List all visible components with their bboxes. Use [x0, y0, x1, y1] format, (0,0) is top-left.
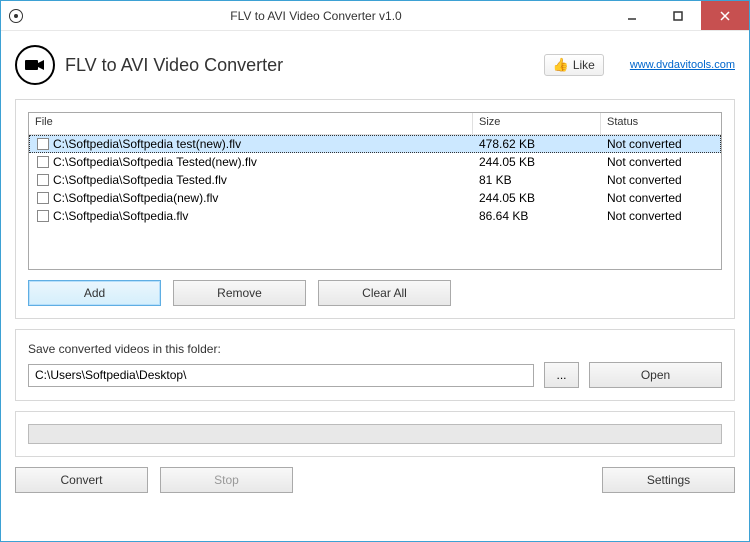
add-button[interactable]: Add: [28, 280, 161, 306]
save-label: Save converted videos in this folder:: [28, 342, 722, 356]
row-checkbox[interactable]: [37, 174, 49, 186]
file-cell: C:\Softpedia\Softpedia(new).flv: [53, 191, 218, 205]
maximize-button[interactable]: [655, 1, 701, 30]
table-row[interactable]: C:\Softpedia\Softpedia Tested(new).flv 24…: [29, 153, 721, 171]
minimize-button[interactable]: [609, 1, 655, 30]
thumbs-up-icon: 👍: [553, 57, 569, 73]
status-cell: Not converted: [601, 190, 721, 206]
settings-button[interactable]: Settings: [602, 467, 735, 493]
table-row[interactable]: C:\Softpedia\Softpedia.flv 86.64 KBNot co…: [29, 207, 721, 225]
progress-panel: [15, 411, 735, 457]
col-header-status[interactable]: Status: [601, 113, 721, 134]
progress-bar: [28, 424, 722, 444]
clear-all-button[interactable]: Clear All: [318, 280, 451, 306]
titlebar: FLV to AVI Video Converter v1.0: [1, 1, 749, 31]
header: FLV to AVI Video Converter 👍 Like www.dv…: [15, 45, 735, 85]
col-header-file[interactable]: File: [29, 113, 473, 134]
row-checkbox[interactable]: [37, 210, 49, 222]
like-label: Like: [573, 58, 595, 72]
size-cell: 244.05 KB: [473, 190, 601, 206]
size-cell: 244.05 KB: [473, 154, 601, 170]
status-cell: Not converted: [601, 172, 721, 188]
remove-button[interactable]: Remove: [173, 280, 306, 306]
status-cell: Not converted: [601, 136, 721, 152]
table-row[interactable]: C:\Softpedia\Softpedia Tested.flv 81 KBNo…: [29, 171, 721, 189]
save-panel: Save converted videos in this folder: ..…: [15, 329, 735, 401]
open-button[interactable]: Open: [589, 362, 722, 388]
camera-icon: [15, 45, 55, 85]
window-title: FLV to AVI Video Converter v1.0: [23, 9, 609, 23]
row-checkbox[interactable]: [37, 138, 49, 150]
row-checkbox[interactable]: [37, 192, 49, 204]
file-table[interactable]: File Size Status C:\Softpedia\Softpedia …: [28, 112, 722, 270]
file-cell: C:\Softpedia\Softpedia test(new).flv: [53, 137, 241, 151]
file-cell: C:\Softpedia\Softpedia.flv: [53, 209, 188, 223]
website-link[interactable]: www.dvdavitools.com: [630, 59, 735, 71]
app-title: FLV to AVI Video Converter: [65, 55, 534, 76]
convert-button[interactable]: Convert: [15, 467, 148, 493]
size-cell: 81 KB: [473, 172, 601, 188]
stop-button[interactable]: Stop: [160, 467, 293, 493]
save-path-input[interactable]: [28, 364, 534, 387]
close-button[interactable]: [701, 1, 749, 30]
table-header: File Size Status: [29, 113, 721, 135]
table-row[interactable]: C:\Softpedia\Softpedia test(new).flv 478.…: [29, 135, 721, 153]
browse-button[interactable]: ...: [544, 362, 579, 388]
table-row[interactable]: C:\Softpedia\Softpedia(new).flv 244.05 KB…: [29, 189, 721, 207]
like-button[interactable]: 👍 Like: [544, 54, 604, 76]
size-cell: 86.64 KB: [473, 208, 601, 224]
size-cell: 478.62 KB: [473, 136, 601, 152]
file-cell: C:\Softpedia\Softpedia Tested(new).flv: [53, 155, 257, 169]
row-checkbox[interactable]: [37, 156, 49, 168]
col-header-size[interactable]: Size: [473, 113, 601, 134]
status-cell: Not converted: [601, 154, 721, 170]
file-cell: C:\Softpedia\Softpedia Tested.flv: [53, 173, 227, 187]
status-cell: Not converted: [601, 208, 721, 224]
file-panel: File Size Status C:\Softpedia\Softpedia …: [15, 99, 735, 319]
app-icon: [9, 9, 23, 23]
